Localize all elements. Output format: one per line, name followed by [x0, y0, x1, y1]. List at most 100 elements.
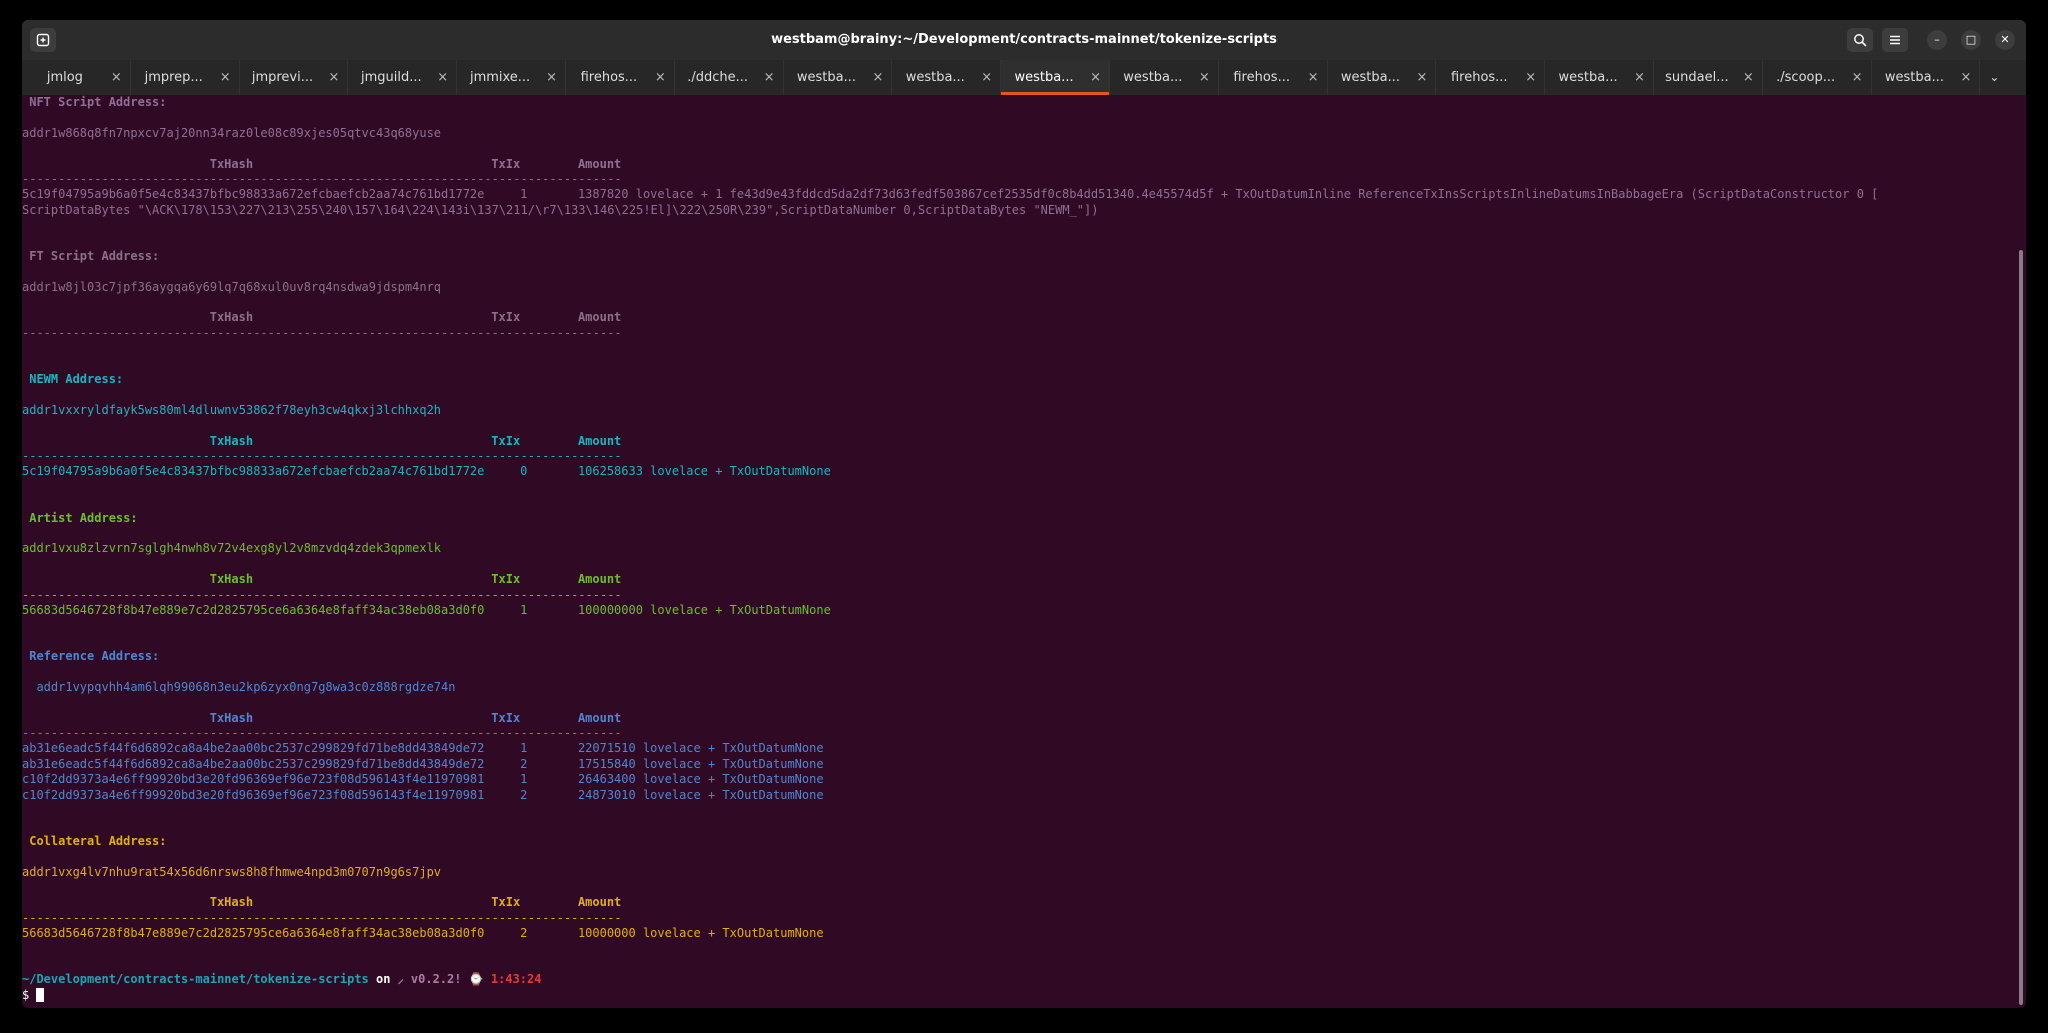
tab[interactable]: westba... ×: [1872, 60, 1981, 95]
tab-overflow-icon[interactable]: ⌄: [1980, 60, 2008, 95]
tab[interactable]: jmprep... ×: [131, 60, 240, 95]
section-heading: FT Script Address:: [22, 248, 160, 263]
tab-close-icon[interactable]: ×: [328, 60, 339, 95]
section-heading: Reference Address:: [22, 649, 2012, 664]
tab[interactable]: westba... ×: [1328, 60, 1437, 95]
tab-label: westba...: [1123, 70, 1183, 85]
prompt-path: ~/Development/contracts-mainnet/tokenize…: [22, 972, 369, 987]
txhash-header: TxHash: [209, 572, 254, 587]
terminal-window: westbam@brainy:~/Development/contracts-m…: [22, 20, 2026, 1008]
tab-close-icon[interactable]: ×: [1852, 60, 1863, 95]
tab[interactable]: sundael... ×: [1654, 60, 1763, 95]
txix-header: TxIx: [491, 310, 521, 325]
scrollbar[interactable]: [2019, 250, 2023, 1005]
tab[interactable]: ./ddche... ×: [675, 60, 784, 95]
tab[interactable]: westba... ×: [1545, 60, 1654, 95]
tab-close-icon[interactable]: ×: [220, 60, 231, 95]
tab[interactable]: firehos... ×: [566, 60, 675, 95]
new-tab-button[interactable]: [30, 28, 56, 52]
terminal-output[interactable]: NFT Script Address: addr1w868q8fn7npxcv7a…: [22, 95, 2012, 1008]
amount-continuation: ScriptDataBytes "\ACK\178\153\227\213\25…: [22, 202, 1099, 217]
tab[interactable]: westba... ×: [892, 60, 1002, 95]
tab-close-icon[interactable]: ×: [1199, 60, 1210, 95]
prompt-line: ~/Development/contracts-mainnet/tokenize…: [22, 972, 2012, 987]
separator-line: ----------------------------------------…: [22, 911, 2012, 926]
tab-label: jmlog: [46, 70, 83, 85]
section-address: addr1vxg4lv7nhu9rat54x56d6nrsws8h8fhmwe4…: [22, 864, 442, 879]
tab[interactable]: westba... ×: [784, 60, 893, 95]
hamburger-menu-icon: [1890, 35, 1900, 45]
amount-header: Amount: [577, 433, 622, 448]
section-heading: Collateral Address:: [22, 833, 167, 848]
amount-header: Amount: [577, 156, 622, 171]
tab-close-icon[interactable]: ×: [111, 60, 122, 95]
separator: ----------------------------------------…: [22, 726, 622, 741]
txhash-value: 56683d5646728f8b47e889e7c2d2825795ce6a63…: [22, 926, 485, 941]
column-header-row: TxHash TxIx Amount: [22, 572, 2012, 587]
menu-button[interactable]: [1882, 28, 1908, 52]
tab[interactable]: firehos... ×: [1219, 60, 1328, 95]
tab-close-icon[interactable]: ×: [1090, 60, 1101, 95]
amount-header: Amount: [577, 310, 622, 325]
prompt-on: on: [368, 972, 398, 987]
column-header-row: TxHash TxIx Amount: [22, 711, 2012, 726]
tab[interactable]: westba... ×: [1001, 60, 1110, 95]
tab[interactable]: jmguild... ×: [348, 60, 458, 95]
tab-label: jmmixe...: [469, 70, 531, 85]
tab-close-icon[interactable]: ×: [437, 60, 448, 95]
tab[interactable]: firehos... ×: [1436, 60, 1546, 95]
txhash-value: 5c19f04795a9b6a0f5e4c83437bfbc98833a672e…: [22, 187, 485, 202]
maximize-button[interactable]: □: [1961, 30, 1981, 50]
tab-bar: jmlog × jmprep... × jmprevi... × jmguild... × jm…: [22, 60, 2026, 95]
tab-close-icon[interactable]: ×: [981, 60, 992, 95]
txix-header: TxIx: [491, 710, 521, 725]
minimize-button[interactable]: –: [1927, 30, 1947, 50]
tab-close-icon[interactable]: ×: [655, 60, 666, 95]
section-address: addr1vypqvhh4am6lqh99068n3eu2kp6zyx0ng7g…: [22, 679, 456, 694]
tab-close-icon[interactable]: ×: [1308, 60, 1319, 95]
tab-label: westba...: [1558, 70, 1618, 85]
txhash-value: ab31e6eadc5f44f6d6892ca8a4be2aa00bc2537c…: [22, 756, 485, 771]
amount-header: Amount: [577, 710, 622, 725]
section-address: addr1w8jl03c7jpf36aygqa6y69lq7q68xul0uv8…: [22, 280, 2012, 295]
separator: ----------------------------------------…: [22, 448, 622, 463]
tab[interactable]: westba... ×: [1110, 60, 1219, 95]
tab[interactable]: jmmixe... ×: [457, 60, 566, 95]
separator-line: ----------------------------------------…: [22, 726, 2012, 741]
tab[interactable]: jmprevi... ×: [240, 60, 349, 95]
tab-close-icon[interactable]: ×: [1416, 60, 1427, 95]
tab-close-icon[interactable]: ×: [546, 60, 557, 95]
tab-label: firehos...: [1450, 70, 1508, 85]
tab[interactable]: jmlog ×: [22, 60, 131, 95]
tab-label: jmguild...: [360, 70, 422, 85]
section-address: addr1w868q8fn7npxcv7aj20nn34raz0le08c89x…: [22, 125, 442, 140]
prompt-symbol: $: [22, 987, 37, 1002]
cursor[interactable]: [36, 987, 45, 1002]
tab-close-icon[interactable]: ×: [764, 60, 775, 95]
tab-close-icon[interactable]: ×: [872, 60, 883, 95]
tab-label: westba...: [1884, 70, 1944, 85]
search-button[interactable]: [1847, 28, 1873, 52]
amount-value: 1387820 lovelace + 1 fe43d9e43fddcd5da2d…: [577, 187, 1879, 202]
tab-label: ./ddche...: [687, 70, 749, 85]
separator: ----------------------------------------…: [22, 587, 622, 602]
tab-close-icon[interactable]: ×: [1960, 60, 1971, 95]
section-heading: NEWM Address:: [22, 372, 124, 387]
git-branch: ⸝ v0.2.2!: [397, 972, 462, 987]
tab-close-icon[interactable]: ×: [1634, 60, 1645, 95]
close-window-button[interactable]: ✕: [1995, 30, 2015, 50]
tab-close-icon[interactable]: ×: [1525, 60, 1536, 95]
txhash-value: 5c19f04795a9b6a0f5e4c83437bfbc98833a672e…: [22, 464, 485, 479]
tab-close-icon[interactable]: ×: [1743, 60, 1754, 95]
tab[interactable]: ./scoop... ×: [1763, 60, 1872, 95]
